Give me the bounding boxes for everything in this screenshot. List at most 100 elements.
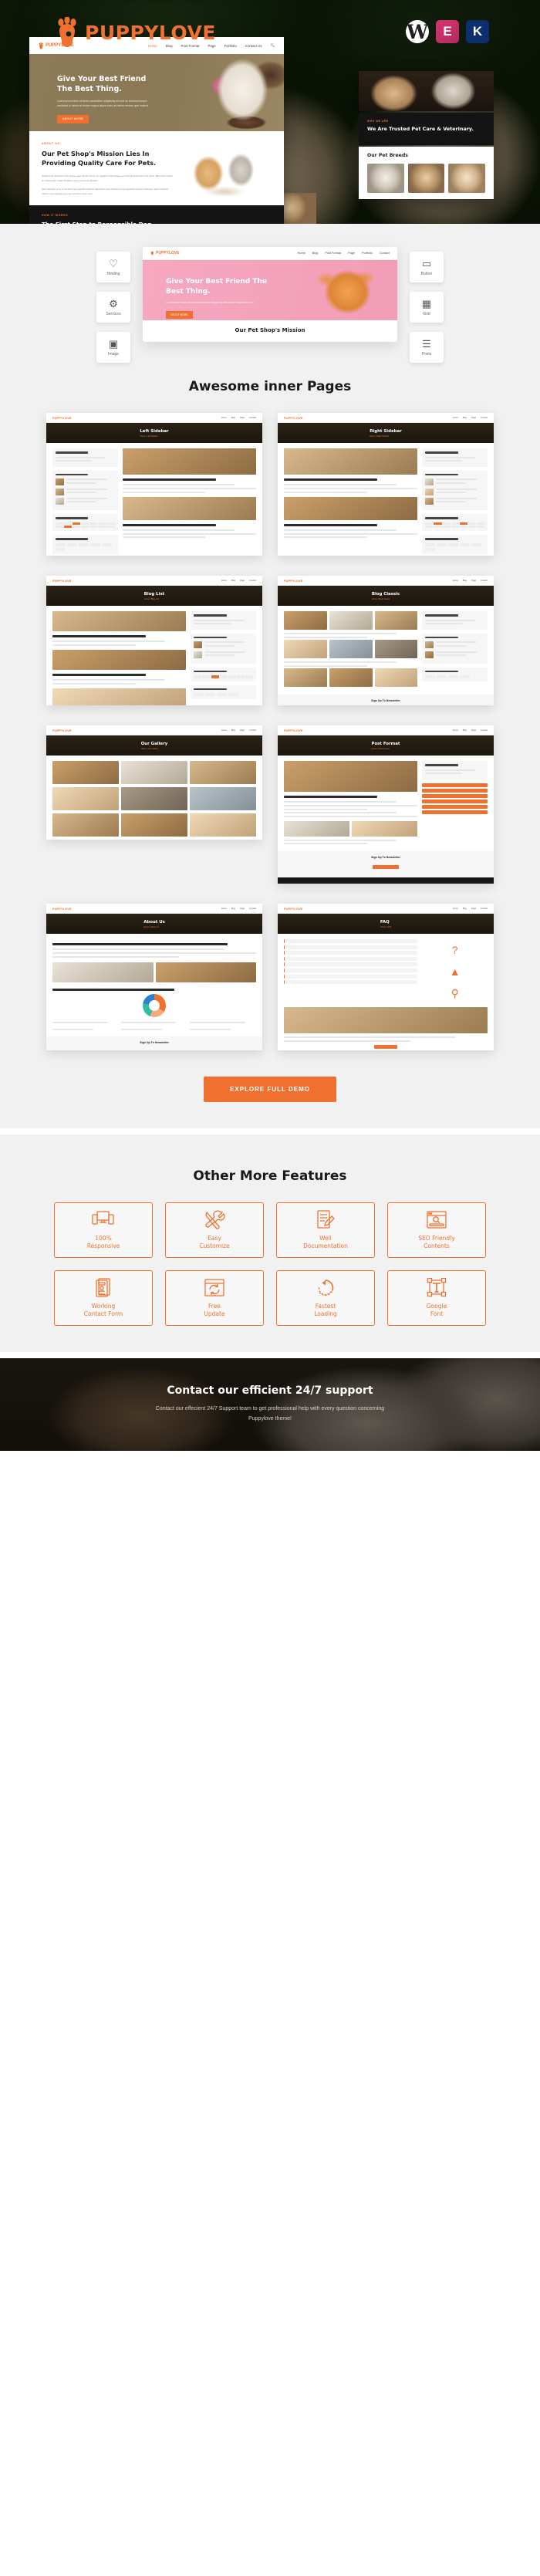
- thumb-logo: PUPPYLOVE: [284, 415, 303, 420]
- thumb-subscribe: Sign Up To Newsletter: [278, 695, 494, 705]
- feature-label: 100% Responsive: [86, 1234, 120, 1249]
- feature-card-google-font[interactable]: Google Font: [387, 1270, 486, 1326]
- tab-image[interactable]: ▣ Image: [96, 332, 130, 363]
- widget-calendar: [52, 513, 118, 531]
- pet-breeds-card: Our Pet Breeds: [359, 147, 494, 199]
- mockup-hero-text: Give Your Best Friend The Best Thing. Lo…: [57, 74, 157, 123]
- mockup-hero-title: Give Your Best Friend The Best Thing.: [57, 75, 147, 94]
- megaphone-icon: ▲: [449, 965, 461, 978]
- tab-healing[interactable]: ♡ Healing: [96, 252, 130, 282]
- thumb-body: [46, 934, 262, 1032]
- widget: [52, 448, 118, 467]
- thumb-menu: Home Blog Page Contact: [221, 729, 256, 732]
- inner-pages-section: Awesome inner Pages PUPPYLOVE Home Blog Pa…: [0, 362, 540, 1128]
- tab-button[interactable]: ▭ Button: [410, 252, 444, 282]
- thumb-navbar: PUPPYLOVE Home Blog Page Contact: [278, 576, 494, 586]
- browser-hero-text: Give Your Best Friend The Best Thing. Lo…: [166, 277, 274, 319]
- page-thumb-about-us[interactable]: PUPPYLOVE Home Blog Page Contact About Us H…: [46, 904, 262, 1050]
- feature-card-responsive[interactable]: 100% Responsive: [54, 1202, 153, 1258]
- breed-thumb: [448, 164, 486, 193]
- browser-hero-button[interactable]: ABOUT MORE: [166, 311, 193, 319]
- tab-label: Services: [106, 311, 121, 316]
- page-thumb-blog-list[interactable]: PUPPYLOVE Home Blog Page Contact Blog List …: [46, 576, 262, 705]
- brand-name: PUPPYLOVE: [85, 21, 216, 44]
- about-body: Nullam nisl vulputate velit augue ante d…: [42, 174, 174, 196]
- responsive-devices-icon: [92, 1211, 114, 1225]
- thumb-banner: FAQ Home / FAQ: [278, 914, 494, 934]
- feature-card-customize[interactable]: Easy Customize: [165, 1202, 264, 1258]
- thumb-body: [278, 606, 494, 690]
- grid-icon: ▦: [421, 297, 432, 309]
- feature-card-free-update[interactable]: Free Update: [165, 1270, 264, 1326]
- thumb-crumb: Home / Post Format: [371, 747, 390, 750]
- support-footer: Contact our efficient 24/7 support Conta…: [0, 1358, 540, 1451]
- page-thumb-faq[interactable]: PUPPYLOVE Home Blog Page Contact FAQ Home /…: [278, 904, 494, 1050]
- widget: [422, 611, 488, 630]
- browser-menu-item[interactable]: Portfolio: [362, 252, 373, 255]
- footer-title: Contact our efficient 24/7 support: [167, 1384, 373, 1398]
- widget-recent: [191, 633, 256, 664]
- thumb-banner: Our Gallery Home / Our Gallery: [46, 735, 262, 756]
- typography-icon: [427, 1277, 447, 1297]
- paw-icon: [39, 42, 44, 49]
- thumb-main: [284, 448, 418, 556]
- page-thumb-right-sidebar[interactable]: PUPPYLOVE Home Blog Page Contact Right Side…: [278, 413, 494, 556]
- wordpress-badge[interactable]: W: [406, 20, 429, 43]
- thumb-banner: Blog Classic Home / Blog Classic: [278, 586, 494, 606]
- feature-card-fastest-loading[interactable]: Fastest Loading: [276, 1270, 375, 1326]
- page-thumb-post-format[interactable]: PUPPYLOVE Home Blog Page Contact Post Forma…: [278, 725, 494, 884]
- explore-full-demo-button[interactable]: EXPLORE FULL DEMO: [204, 1077, 336, 1102]
- browser-hero: Give Your Best Friend The Best Thing. Lo…: [143, 260, 397, 320]
- feature-card-contact-form[interactable]: Working Contact Form: [54, 1270, 153, 1326]
- page-thumb-our-gallery[interactable]: PUPPYLOVE Home Blog Page Contact Our Galler…: [46, 725, 262, 840]
- feature-label: Working Contact Form: [83, 1302, 123, 1317]
- thumb-banner: Blog List Home / Blog List: [46, 586, 262, 606]
- feature-label: SEO Friendly Contents: [418, 1234, 455, 1249]
- thumb-logo: PUPPYLOVE: [52, 728, 72, 732]
- feature-card-documentation[interactable]: Well Documentation: [276, 1202, 375, 1258]
- mockup-hero-button[interactable]: ABOUT MORE: [57, 114, 89, 123]
- thumb-title: Left Sidebar: [140, 428, 169, 434]
- thumb-sidebar: [191, 611, 256, 705]
- thumb-menu: Home Blog Page Contact: [452, 579, 488, 582]
- thumb-body: ? ▲ ⚲: [278, 934, 494, 1004]
- browser-menu-item[interactable]: Post Format: [325, 252, 341, 255]
- thumb-sidebar: [422, 448, 488, 556]
- feature-card-seo[interactable]: SEO Friendly Contents: [387, 1202, 486, 1258]
- features-grid: 100% Responsive Easy Customize Well Documen…: [54, 1202, 486, 1326]
- widget-recent: [422, 633, 488, 664]
- thumb-banner: Left Sidebar Home / Left Sidebar: [46, 423, 262, 443]
- brand-logo[interactable]: PUPPYLOVE: [56, 17, 216, 48]
- right-tab-column: ▭ Button ▦ Grid ☰ Posts: [410, 252, 444, 363]
- faq-cta-button[interactable]: [374, 1044, 397, 1049]
- loading-arrow-icon: [318, 1280, 334, 1296]
- tab-posts[interactable]: ☰ Posts: [410, 332, 444, 363]
- tab-grid[interactable]: ▦ Grid: [410, 292, 444, 323]
- thumb-footer: [278, 877, 494, 884]
- page-thumb-blog-classic[interactable]: PUPPYLOVE Home Blog Page Contact Blog Class…: [278, 576, 494, 705]
- browser-logo[interactable]: PUPPYLOVE: [150, 250, 180, 257]
- posts-icon: ☰: [422, 337, 431, 350]
- about-kicker: ABOUT US: [42, 142, 60, 145]
- search-icon[interactable]: 🔍: [271, 43, 275, 48]
- browser-menu-item[interactable]: Blog: [312, 252, 319, 255]
- kingcomposer-badge[interactable]: K: [466, 20, 489, 43]
- browser-menu-item[interactable]: Page: [348, 252, 355, 255]
- browser-menu-item[interactable]: Home: [298, 252, 305, 255]
- page-thumb-left-sidebar[interactable]: PUPPYLOVE Home Blog Page Contact Left Sideb…: [46, 413, 262, 556]
- browser-logo-text: PUPPYLOVE: [156, 251, 180, 255]
- tab-services[interactable]: ⚙ Services: [96, 292, 130, 323]
- menu-item-portfolio[interactable]: Portfolio: [224, 44, 237, 48]
- thumb-subscribe: Sign Up To Newsletter: [278, 850, 494, 877]
- mockup-about-section: ABOUT US Our Pet Shop's Mission Lies In …: [29, 131, 284, 205]
- hero-banner: PUPPYLOVE W E K WHO WE ARE We Are Truste…: [0, 0, 540, 224]
- thumb-body: [46, 606, 262, 705]
- services-icon: ⚙: [109, 297, 118, 309]
- thumb-crumb: Home / Our Gallery: [140, 747, 159, 750]
- thumb-navbar: PUPPYLOVE Home Blog Page Contact: [278, 725, 494, 735]
- menu-item-contact-us[interactable]: Contact Us: [245, 44, 262, 48]
- elementor-badge[interactable]: E: [436, 20, 459, 43]
- browser-menu-item[interactable]: Contact: [380, 252, 390, 255]
- about-paragraph-2: Quis aliquam et et et at nibh cras gravi…: [42, 187, 169, 195]
- subscribe-button[interactable]: [373, 864, 399, 869]
